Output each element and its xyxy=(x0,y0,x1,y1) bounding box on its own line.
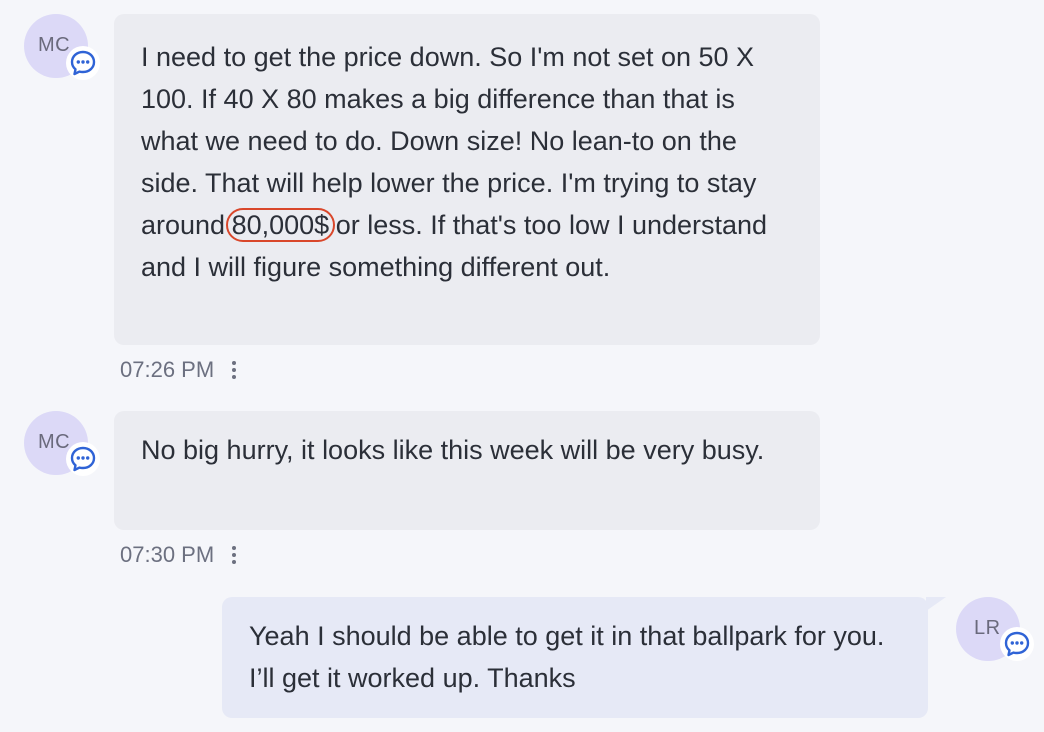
message-bubble: I need to get the price down. So I'm not… xyxy=(114,14,820,345)
chat-bubble-icon xyxy=(70,50,96,76)
highlighted-price: 80,000$ xyxy=(225,208,336,242)
more-vertical-icon[interactable] xyxy=(232,361,237,379)
channel-badge xyxy=(66,442,100,476)
avatar-initials: MC xyxy=(38,34,71,56)
chat-bubble-icon xyxy=(1004,631,1030,657)
message-meta: 07:30 PM xyxy=(120,542,237,568)
chat-bubble-icon xyxy=(70,446,96,472)
message-bubble: No big hurry, it looks like this week wi… xyxy=(114,411,820,530)
avatar-initials: LR xyxy=(974,617,1001,639)
message-text: Yeah I should be able to get it in that … xyxy=(249,621,885,693)
message-text: No big hurry, it looks like this week wi… xyxy=(141,435,765,465)
avatar-initials: MC xyxy=(38,431,71,453)
more-vertical-icon[interactable] xyxy=(232,546,237,564)
bubble-tail xyxy=(926,597,946,611)
message-timestamp: 07:30 PM xyxy=(120,542,215,567)
message-bubble: Yeah I should be able to get it in that … xyxy=(222,597,928,718)
channel-badge xyxy=(66,46,100,80)
message-timestamp: 07:26 PM xyxy=(120,357,215,382)
channel-badge xyxy=(1000,627,1034,661)
message-meta: 07:26 PM xyxy=(120,357,237,383)
